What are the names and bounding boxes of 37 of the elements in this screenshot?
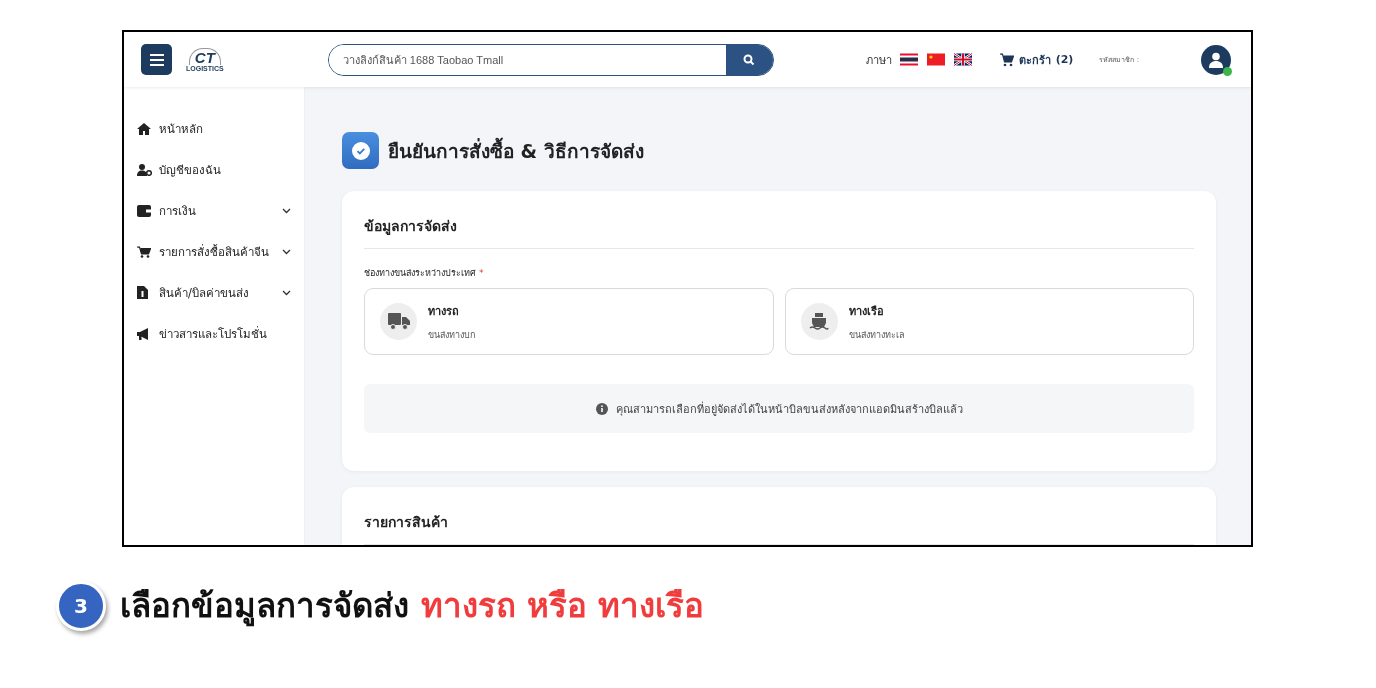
search-icon — [743, 53, 756, 66]
shipping-option[interactable]: ทางเรือ ขนส่งทางทะเล — [784, 288, 1194, 355]
menu-button[interactable] — [141, 44, 172, 75]
required-mark: * — [479, 268, 484, 278]
megaphone-icon — [137, 327, 151, 340]
sidebar-item[interactable]: บัญชีของฉัน — [124, 149, 304, 190]
page-title: ยืนยันการสั่งซื้อ & วิธีการจัดส่ง — [388, 136, 644, 164]
thai-flag-icon[interactable] — [899, 53, 918, 66]
uk-flag-icon[interactable] — [953, 53, 972, 66]
sidebar-item[interactable]: รายการสั่งซื้อสินค้าจีน — [124, 231, 304, 272]
sidebar-item[interactable]: ข่าวสารและโปรโมชั่น — [124, 313, 304, 354]
cart-link[interactable]: ตะกร้า (2) — [999, 50, 1074, 69]
home-icon — [137, 122, 151, 135]
avatar[interactable] — [1201, 44, 1231, 75]
menu-icon — [149, 53, 164, 66]
wallet-icon — [137, 204, 151, 217]
shipping-option[interactable]: ทางรถ ขนส่งทางบก — [364, 288, 774, 355]
ship-icon — [809, 312, 829, 331]
info-text: คุณสามารถเลือกที่อยู่จัดส่งได้ในหน้าบิลขนส่งหลังจากแอดมินสร้างบิลแล้ว — [615, 400, 963, 418]
sidebar-item[interactable]: สินค้า/บิลค่าขนส่ง — [124, 272, 304, 313]
info-icon — [595, 402, 608, 415]
step-caption: เลือกข้อมูลการจัดส่ง ทางรถ หรือ ทางเรือ — [120, 585, 705, 629]
china-flag-icon[interactable] — [926, 53, 945, 66]
truck-icon — [387, 313, 410, 330]
search-field[interactable]: วางลิงก์สินค้า 1688 Taobao Tmall — [327, 43, 774, 76]
sidebar-item[interactable]: การเงิน — [124, 190, 304, 231]
search-button[interactable] — [725, 44, 773, 75]
user-gear-icon — [137, 163, 152, 176]
card-title: ข้อมูลการจัดส่ง — [364, 217, 458, 237]
cart-icon — [999, 52, 1014, 67]
cart-icon — [137, 245, 151, 258]
language-label: ภาษา — [865, 52, 892, 69]
user-icon — [1209, 51, 1223, 68]
card-title: รายการสินค้า — [364, 513, 449, 532]
document-icon — [137, 286, 148, 299]
field-label: ช่องทางขนส่งระหว่างประเทศ — [364, 268, 476, 278]
sidebar-item[interactable]: หน้าหลัก — [124, 108, 304, 149]
